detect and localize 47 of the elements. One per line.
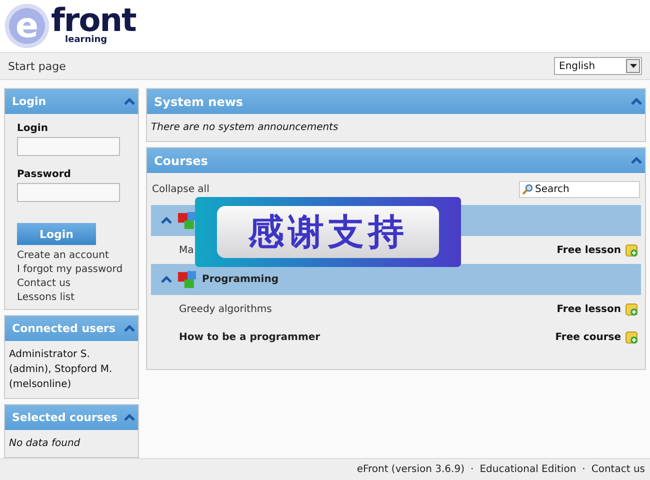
panel-title: Login [12,95,46,108]
link[interactable]: Lessons list [17,291,126,305]
search-field[interactable]: Search [519,180,640,198]
collapse-icon[interactable] [631,98,642,105]
category-name: Programming [202,274,279,285]
link[interactable]: Create an account [17,249,126,263]
cubes-icon [178,271,196,288]
field-label: Login [17,123,49,134]
collapse-icon[interactable] [124,325,135,332]
cart-add-icon[interactable] [625,330,638,344]
cart-add-icon[interactable] [625,244,638,256]
panel-title: Courses [154,154,208,168]
collapse-icon[interactable] [631,157,642,164]
footer-link[interactable]: Educational Edition [480,464,576,475]
price-label: Free course [555,332,621,342]
collapse-icon[interactable] [161,276,172,283]
panel-title: Connected users [12,322,116,335]
collapse-icon[interactable] [124,98,135,105]
panel-title: System news [154,94,244,108]
thanks-toast: 感谢支持 [195,197,461,267]
language-select[interactable]: English [554,57,642,75]
field-label: Password [17,169,72,180]
user-list-text: Administrator S. (admin), Stopford M. (melsonline) [9,349,112,390]
cubes-icon [178,212,196,229]
lesson-link[interactable]: Ma [179,244,194,256]
lesson-link[interactable]: Greedy algorithms [179,304,272,314]
course-link[interactable]: How to be a programmer [179,332,320,342]
price-label: Free lesson [556,244,621,256]
password-field[interactable] [17,183,120,202]
footer-link[interactable]: Contact us [591,464,645,475]
separator: · [582,464,586,475]
footer-link[interactable]: eFront (version 3.6.9) [356,464,464,475]
collapse-icon[interactable] [161,217,172,224]
link[interactable]: Contact us [17,277,126,291]
news-message: There are no system announcements [151,122,338,133]
empty-message: No data found [9,438,80,449]
link[interactable]: I forgot my password [17,263,126,277]
collapse-icon[interactable] [124,414,135,421]
price-label: Free lesson [556,304,621,314]
panel-title: Selected courses [12,411,118,424]
separator: · [470,464,474,475]
breadcrumb[interactable]: Start page [8,60,66,72]
category-row[interactable]: Programming [151,264,641,295]
login-field[interactable] [17,137,120,156]
search-icon [522,184,533,194]
cart-add-icon[interactable] [625,302,638,316]
collapse-all-link[interactable]: Collapse all [152,184,210,194]
